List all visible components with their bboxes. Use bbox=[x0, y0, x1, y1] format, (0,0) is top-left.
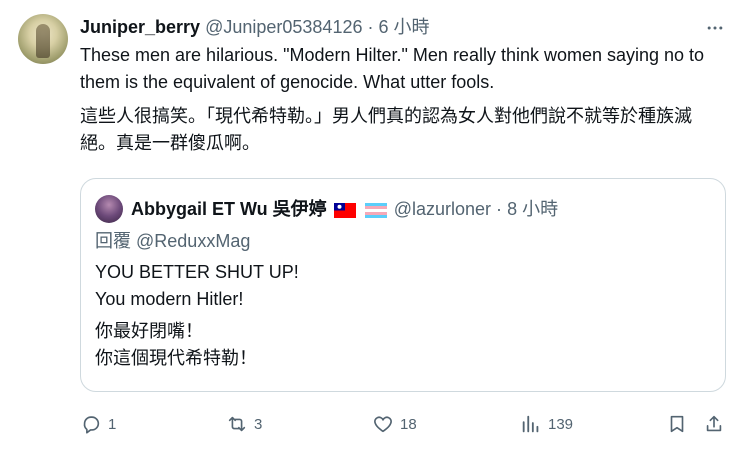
reply-count: 1 bbox=[108, 415, 117, 433]
quoted-post-time: 8 小時 bbox=[507, 199, 559, 219]
quoted-line-3: 你最好閉嘴！ bbox=[95, 321, 203, 341]
taiwan-flag-icon bbox=[333, 203, 356, 218]
share-button[interactable] bbox=[703, 410, 725, 438]
like-button[interactable]: 18 bbox=[372, 410, 417, 438]
reply-prefix: 回覆 bbox=[95, 231, 131, 251]
like-count: 18 bbox=[400, 415, 417, 433]
quoted-tweet-header: Abbygail ET Wu 吳伊婷 @lazurloner · 8 小時 bbox=[131, 196, 558, 222]
quoted-author-name: Abbygail ET Wu 吳伊婷 bbox=[131, 199, 327, 219]
tweet-header: Juniper_berry @Juniper05384126 · 6 小時 bbox=[80, 15, 683, 39]
transgender-flag-icon bbox=[364, 203, 387, 218]
repost-icon bbox=[228, 416, 246, 432]
quoted-line-2: You modern Hitler! bbox=[95, 289, 244, 309]
post-text-chinese: 這些人很搞笑。「現代希特勒。」男人們真的認為女人對他們說不就等於種族滅絕。真是一… bbox=[80, 106, 692, 153]
action-bar: 1 3 18 139 bbox=[80, 410, 727, 438]
heart-icon bbox=[374, 416, 392, 433]
author-name[interactable]: Juniper_berry bbox=[80, 17, 200, 37]
author-avatar[interactable] bbox=[18, 14, 68, 64]
quoted-line-1: YOU BETTER SHUT UP! bbox=[95, 262, 299, 282]
quoted-separator-dot: · bbox=[496, 199, 503, 219]
separator-dot: · bbox=[367, 17, 374, 37]
quoted-author-handle: @lazurloner bbox=[393, 199, 492, 219]
reply-button[interactable]: 1 bbox=[80, 410, 116, 438]
bookmark-icon bbox=[670, 415, 684, 433]
views-button[interactable]: 139 bbox=[520, 410, 573, 438]
reply-mention[interactable]: @ReduxxMag bbox=[136, 231, 250, 251]
more-icon[interactable] bbox=[703, 16, 727, 40]
quoted-author-avatar bbox=[95, 195, 123, 223]
repost-button[interactable]: 3 bbox=[226, 410, 262, 438]
author-handle[interactable]: @Juniper05384126 bbox=[205, 17, 362, 37]
quoted-line-4: 你這個現代希特勒！ bbox=[95, 348, 257, 368]
views-count: 139 bbox=[548, 415, 574, 433]
views-icon bbox=[522, 415, 539, 433]
tweet[interactable]: Juniper_berry @Juniper05384126 · 6 小時 Th… bbox=[0, 0, 743, 450]
quoted-text-english: YOU BETTER SHUT UP! You modern Hitler! bbox=[95, 259, 299, 313]
reply-icon bbox=[83, 416, 100, 434]
replying-to: 回覆 @ReduxxMag bbox=[95, 228, 250, 254]
share-icon bbox=[706, 415, 722, 432]
post-text-english: These men are hilarious. "Modern Hilter.… bbox=[80, 45, 705, 92]
post-time[interactable]: 6 小時 bbox=[379, 17, 430, 37]
quoted-tweet[interactable]: Abbygail ET Wu 吳伊婷 @lazurloner · 8 小時 回覆… bbox=[80, 178, 726, 392]
bookmark-button[interactable] bbox=[666, 410, 688, 438]
repost-count: 3 bbox=[254, 415, 263, 433]
quoted-text-chinese: 你最好閉嘴！ 你這個現代希特勒！ bbox=[95, 318, 257, 372]
